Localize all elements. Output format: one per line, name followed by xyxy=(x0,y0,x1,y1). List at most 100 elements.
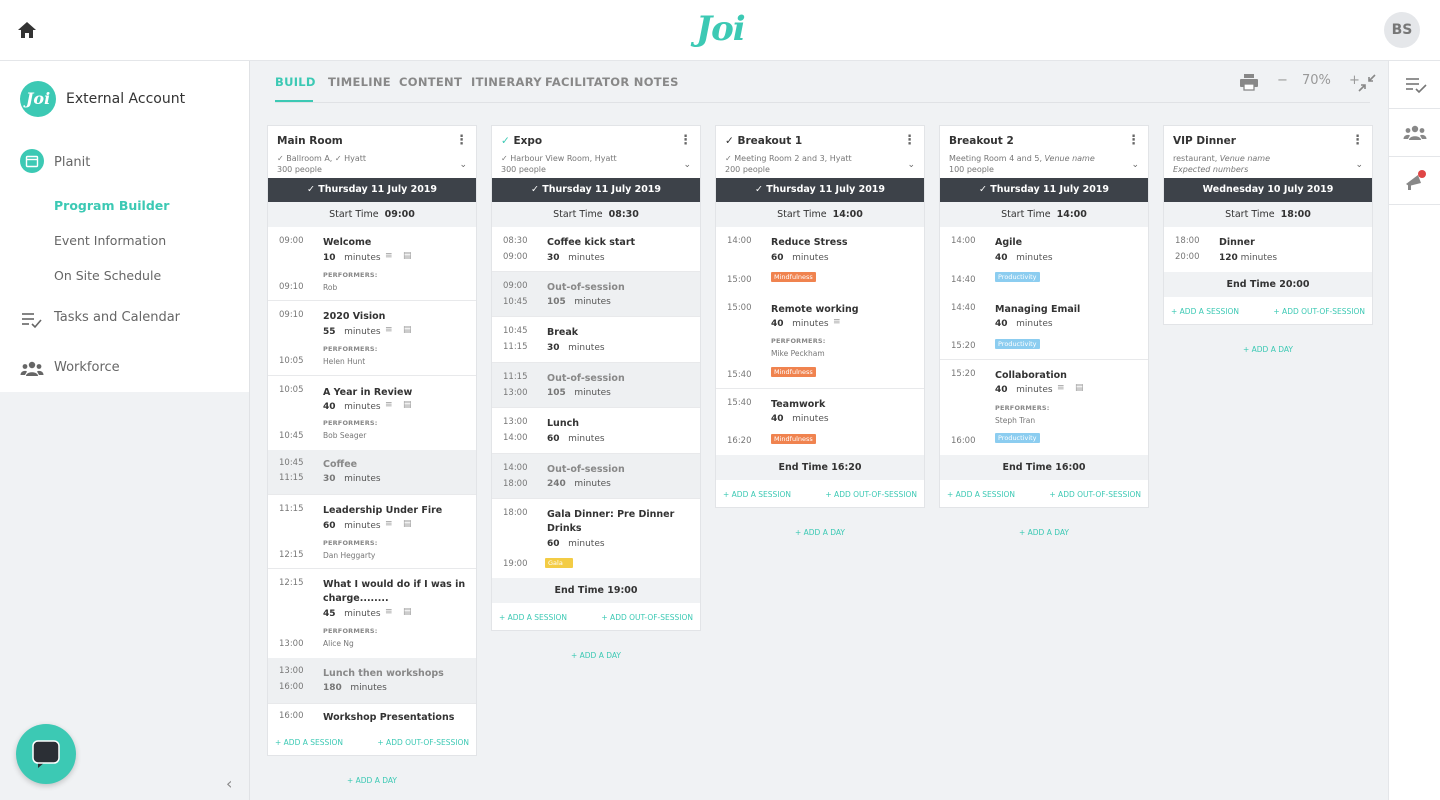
out-of-session-card[interactable]: 11:15 13:00 Out-of-session 105 minutes xyxy=(492,363,700,408)
add-day-link[interactable]: + ADD A DAY xyxy=(267,776,477,785)
session-card[interactable]: 16:00 Workshop Presentations xyxy=(268,704,476,728)
session-card[interactable]: 13:00 14:00 Lunch 60 minutes xyxy=(492,408,700,454)
chat-button[interactable] xyxy=(16,724,76,784)
column-header[interactable]: ✓ Breakout 1 ⋮ ✓ Meeting Room 2 and 3, H… xyxy=(716,126,924,178)
column-header[interactable]: Main Room ⋮ ✓ Ballroom A, ✓ Hyatt 300 pe… xyxy=(268,126,476,178)
session-card[interactable]: 12:15 13:00 What I would do if I was in … xyxy=(268,569,476,658)
sidebar-item-workforce[interactable]: Workforce xyxy=(54,360,120,375)
session-card[interactable]: 15:40 16:20 Teamwork 40 minutes Mindfuln… xyxy=(716,389,924,455)
session-duration: 40 minutes xyxy=(771,319,829,329)
clipboard-icon[interactable]: ▤ xyxy=(403,400,412,410)
clipboard-icon[interactable]: ▤ xyxy=(403,251,412,261)
print-icon[interactable] xyxy=(1239,72,1259,92)
session-start-time: 14:00 xyxy=(951,236,976,246)
session-card[interactable]: 18:00 19:00 Gala Dinner: Pre Dinner Drin… xyxy=(492,499,700,578)
session-card[interactable]: 15:20 16:00 Collaboration 40 minutes ≡ ▤… xyxy=(940,360,1148,455)
sidebar-item-event-information[interactable]: Event Information xyxy=(54,233,166,248)
day-date-bar[interactable]: ✓ Thursday 11 July 2019 xyxy=(492,178,700,202)
session-card[interactable]: 08:30 09:00 Coffee kick start 30 minutes xyxy=(492,227,700,272)
add-out-of-session-link[interactable]: + ADD OUT-OF-SESSION xyxy=(377,738,469,747)
add-session-link[interactable]: + ADD A SESSION xyxy=(1171,307,1239,316)
add-session-link[interactable]: + ADD A SESSION xyxy=(499,613,567,622)
session-card[interactable]: 18:00 20:00 Dinner 120 minutes xyxy=(1164,227,1372,272)
add-session-link[interactable]: + ADD A SESSION xyxy=(275,738,343,747)
collapse-view-icon[interactable] xyxy=(1358,74,1376,92)
column-header[interactable]: Breakout 2 ⋮ Meeting Room 4 and 5, Venue… xyxy=(940,126,1148,178)
add-session-link[interactable]: + ADD A SESSION xyxy=(947,490,1015,499)
session-tag-productivity: Productivity xyxy=(995,272,1040,282)
notes-icon[interactable]: ≡ xyxy=(833,317,841,327)
add-day-link[interactable]: + ADD A DAY xyxy=(491,651,701,660)
session-card[interactable]: 09:00 09:10 Welcome 10 minutes ≡ ▤ PERFO… xyxy=(268,227,476,301)
day-date-bar[interactable]: ✓ Thursday 11 July 2019 xyxy=(940,178,1148,202)
tab-facilitator-notes[interactable]: FACILITATOR NOTES xyxy=(545,75,679,89)
clipboard-icon[interactable]: ▤ xyxy=(403,519,412,529)
chevron-down-icon[interactable]: ⌄ xyxy=(907,160,915,170)
add-out-of-session-link[interactable]: + ADD OUT-OF-SESSION xyxy=(1273,307,1365,316)
add-day-link[interactable]: + ADD A DAY xyxy=(715,528,925,537)
account-header[interactable]: Joi External Account xyxy=(0,61,249,137)
tab-itinerary[interactable]: ITINERARY xyxy=(471,75,542,89)
sidebar-item-planit[interactable]: Planit xyxy=(54,155,90,170)
session-card[interactable]: 14:40 15:20 Managing Email 40 minutes Pr… xyxy=(940,294,1148,360)
session-card[interactable]: 09:10 10:05 2020 Vision 55 minutes ≡ ▤ P… xyxy=(268,301,476,376)
user-avatar[interactable]: BS xyxy=(1384,12,1420,48)
task-list-button[interactable] xyxy=(1389,61,1440,109)
notes-icon[interactable]: ≡ xyxy=(385,251,393,261)
session-card[interactable]: 15:00 15:40 Remote working 40 minutes ≡ … xyxy=(716,294,924,389)
more-options-icon[interactable]: ⋮ xyxy=(455,133,468,148)
column-title: Main Room xyxy=(277,135,343,147)
chevron-down-icon[interactable]: ⌄ xyxy=(683,160,691,170)
session-card[interactable]: 14:00 14:40 Agile 40 minutes Productivit… xyxy=(940,227,1148,294)
clipboard-icon[interactable]: ▤ xyxy=(1075,383,1084,393)
day-date-bar[interactable]: Wednesday 10 July 2019 xyxy=(1164,178,1372,202)
notes-icon[interactable]: ≡ xyxy=(385,519,393,529)
tab-timeline[interactable]: TIMELINE xyxy=(328,75,391,89)
add-day-link[interactable]: + ADD A DAY xyxy=(1163,345,1373,354)
collapse-sidebar-icon[interactable]: ‹ xyxy=(226,774,232,793)
add-out-of-session-link[interactable]: + ADD OUT-OF-SESSION xyxy=(1049,490,1141,499)
session-card[interactable]: 14:00 15:00 Reduce Stress 60 minutes Min… xyxy=(716,227,924,294)
out-of-session-card[interactable]: 09:00 10:45 Out-of-session 105 minutes xyxy=(492,272,700,317)
zoom-out-button[interactable]: − xyxy=(1277,73,1288,88)
day-date-bar[interactable]: ✓ Thursday 11 July 2019 xyxy=(716,178,924,202)
tab-build[interactable]: BUILD xyxy=(275,75,316,89)
home-icon[interactable] xyxy=(17,20,37,40)
sidebar-item-tasks[interactable]: Tasks and Calendar xyxy=(54,310,180,325)
add-out-of-session-link[interactable]: + ADD OUT-OF-SESSION xyxy=(601,613,693,622)
day-date-bar[interactable]: ✓ Thursday 11 July 2019 xyxy=(268,178,476,202)
notes-icon[interactable]: ≡ xyxy=(385,400,393,410)
app-logo[interactable]: Joi xyxy=(696,9,746,49)
tab-content[interactable]: CONTENT xyxy=(399,75,462,89)
more-options-icon[interactable]: ⋮ xyxy=(1127,133,1140,148)
column-header[interactable]: VIP Dinner ⋮ restaurant, Venue name Expe… xyxy=(1164,126,1372,178)
chevron-down-icon[interactable]: ⌄ xyxy=(1131,160,1139,170)
clipboard-icon[interactable]: ▤ xyxy=(403,607,412,617)
performer-name: Bob Seager xyxy=(323,431,367,440)
more-options-icon[interactable]: ⋮ xyxy=(1351,133,1364,148)
add-day-link[interactable]: + ADD A DAY xyxy=(939,528,1149,537)
add-session-link[interactable]: + ADD A SESSION xyxy=(723,490,791,499)
out-of-session-card[interactable]: 14:00 18:00 Out-of-session 240 minutes xyxy=(492,454,700,499)
notes-icon[interactable]: ≡ xyxy=(385,325,393,335)
session-card[interactable]: 10:45 11:15 Break 30 minutes xyxy=(492,317,700,363)
session-card[interactable]: 10:05 10:45 A Year in Review 40 minutes … xyxy=(268,376,476,450)
more-options-icon[interactable]: ⋮ xyxy=(679,133,692,148)
column-header[interactable]: ✓ Expo ⋮ ✓ Harbour View Room, Hyatt 300 … xyxy=(492,126,700,178)
out-of-session-card[interactable]: 13:00 16:00 Lunch then workshops 180 min… xyxy=(268,658,476,704)
clipboard-icon[interactable]: ▤ xyxy=(403,325,412,335)
chevron-down-icon[interactable]: ⌄ xyxy=(459,160,467,170)
sidebar-item-on-site-schedule[interactable]: On Site Schedule xyxy=(54,268,161,283)
session-end-time: 16:00 xyxy=(279,682,304,692)
session-card[interactable]: 11:15 12:15 Leadership Under Fire 60 min… xyxy=(268,495,476,569)
announcements-button[interactable] xyxy=(1389,157,1440,205)
out-of-session-card[interactable]: 10:45 11:15 Coffee 30 minutes xyxy=(268,450,476,495)
add-out-of-session-link[interactable]: + ADD OUT-OF-SESSION xyxy=(825,490,917,499)
room-column-expo: ✓ Expo ⋮ ✓ Harbour View Room, Hyatt 300 … xyxy=(491,125,701,660)
notes-icon[interactable]: ≡ xyxy=(385,607,393,617)
chevron-down-icon[interactable]: ⌄ xyxy=(1355,160,1363,170)
more-options-icon[interactable]: ⋮ xyxy=(903,133,916,148)
sidebar-item-program-builder[interactable]: Program Builder xyxy=(54,198,169,213)
people-button[interactable] xyxy=(1389,109,1440,157)
notes-icon[interactable]: ≡ xyxy=(1057,383,1065,393)
